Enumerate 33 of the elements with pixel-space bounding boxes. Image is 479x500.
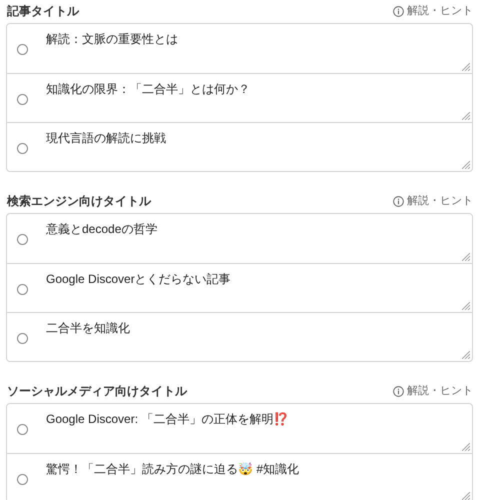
hint-link[interactable]: 解説・ヒント [393, 192, 473, 210]
radio-button[interactable] [17, 474, 28, 485]
radio-button[interactable] [17, 234, 28, 245]
title-text-field[interactable]: Google Discover: 「二合半」の正体を解明⁉ [46, 411, 288, 427]
title-text-field[interactable]: 知識化の限界：「二合半」とは何か？ [46, 81, 250, 97]
info-icon [393, 386, 404, 396]
section-heading: ソーシャルメディア向けタイトル [6, 383, 187, 400]
radio-button[interactable] [17, 44, 28, 55]
radio-button[interactable] [17, 284, 28, 295]
title-text-field[interactable]: Google Discoverとくだらない記事 [46, 271, 231, 287]
radio-button[interactable] [17, 94, 28, 105]
radio-button[interactable] [17, 143, 28, 154]
hint-link[interactable]: 解説・ヒント [393, 382, 473, 400]
title-text-field[interactable]: 現代言語の解読に挑戦 [46, 130, 166, 146]
resize-grip-icon[interactable] [462, 112, 470, 120]
title-text-field[interactable]: 驚愕！「二合半」読み方の謎に迫る🤯 #知識化 [46, 461, 300, 477]
radio-button[interactable] [17, 333, 28, 344]
resize-grip-icon[interactable] [462, 443, 470, 451]
resize-grip-icon[interactable] [462, 302, 470, 310]
section-heading: 記事タイトル [6, 3, 79, 20]
radio-button[interactable] [17, 424, 28, 435]
title-text-field[interactable]: 解読：文脈の重要性とは [46, 31, 178, 47]
resize-grip-icon[interactable] [462, 253, 470, 261]
hint-link[interactable]: 解説・ヒント [393, 2, 473, 20]
info-icon [393, 196, 404, 206]
title-text-field[interactable]: 意義とdecodeの哲学 [46, 221, 158, 237]
resize-grip-icon[interactable] [462, 161, 470, 169]
resize-grip-icon[interactable] [462, 63, 470, 71]
title-text-field[interactable]: 二合半を知識化 [46, 320, 130, 336]
resize-grip-icon[interactable] [462, 492, 470, 500]
resize-grip-icon[interactable] [462, 351, 470, 359]
info-icon [393, 6, 404, 16]
section-heading: 検索エンジン向けタイトル [6, 193, 151, 210]
